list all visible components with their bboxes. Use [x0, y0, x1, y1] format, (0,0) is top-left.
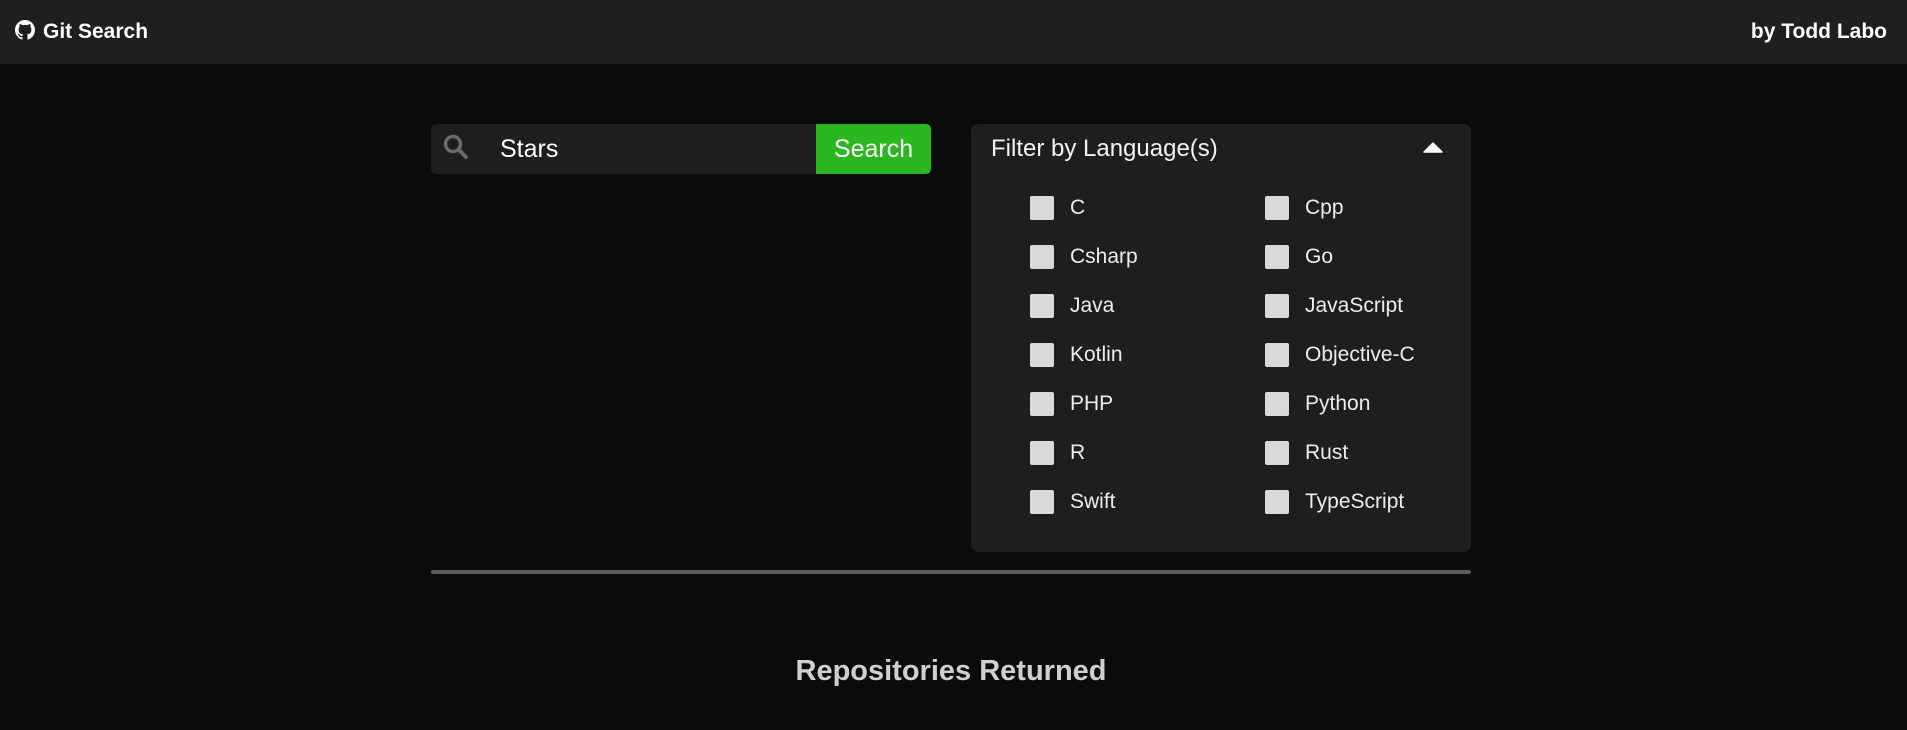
filter-title: Filter by Language(s): [991, 135, 1218, 162]
caret-up-icon: [1423, 140, 1443, 158]
language-label: Go: [1305, 245, 1334, 268]
language-checkbox-list: C Cpp Csharp Go Java JavaScript Kotlin O…: [1030, 196, 1450, 514]
language-option-php[interactable]: PHP: [1030, 392, 1265, 416]
checkbox[interactable]: [1030, 196, 1054, 220]
checkbox[interactable]: [1265, 343, 1289, 367]
language-option-go[interactable]: Go: [1265, 245, 1450, 269]
language-label: JavaScript: [1305, 294, 1404, 317]
github-icon: [15, 19, 35, 45]
language-label: Objective-C: [1305, 343, 1415, 366]
app-title: Git Search: [43, 20, 149, 43]
language-label: Cpp: [1305, 196, 1344, 219]
language-label: Java: [1070, 294, 1115, 317]
checkbox[interactable]: [1030, 294, 1054, 318]
language-label: PHP: [1070, 392, 1114, 415]
language-option-csharp[interactable]: Csharp: [1030, 245, 1265, 269]
language-option-java[interactable]: Java: [1030, 294, 1265, 318]
checkbox[interactable]: [1030, 392, 1054, 416]
language-label: Swift: [1070, 490, 1116, 513]
language-label: Kotlin: [1070, 343, 1123, 366]
language-label: C: [1070, 196, 1086, 219]
language-option-swift[interactable]: Swift: [1030, 490, 1265, 514]
checkbox[interactable]: [1265, 392, 1289, 416]
checkbox[interactable]: [1030, 441, 1054, 465]
language-option-python[interactable]: Python: [1265, 392, 1450, 416]
search-input[interactable]: [500, 134, 760, 164]
language-option-kotlin[interactable]: Kotlin: [1030, 343, 1265, 367]
language-label: R: [1070, 441, 1086, 464]
language-option-objective-c[interactable]: Objective-C: [1265, 343, 1450, 367]
checkbox[interactable]: [1030, 490, 1054, 514]
language-option-cpp[interactable]: Cpp: [1265, 196, 1450, 220]
checkbox[interactable]: [1030, 245, 1054, 269]
search-button[interactable]: Search: [816, 124, 931, 174]
language-label: Python: [1305, 392, 1371, 415]
language-option-c[interactable]: C: [1030, 196, 1265, 220]
search-field: [431, 124, 816, 174]
language-label: Rust: [1305, 441, 1349, 464]
author-link[interactable]: by Todd Labo: [1751, 20, 1887, 44]
checkbox[interactable]: [1265, 245, 1289, 269]
top-navbar: Git Search by Todd Labo: [0, 0, 1907, 64]
language-label: Csharp: [1070, 245, 1138, 268]
brand-link[interactable]: Git Search: [15, 19, 149, 45]
checkbox[interactable]: [1265, 490, 1289, 514]
language-option-rust[interactable]: Rust: [1265, 441, 1450, 465]
checkbox[interactable]: [1265, 294, 1289, 318]
language-filter-panel: Filter by Language(s) C Cpp Csharp Go Ja…: [971, 124, 1471, 552]
checkbox[interactable]: [1265, 441, 1289, 465]
filter-toggle[interactable]: Filter by Language(s): [971, 124, 1471, 174]
checkbox[interactable]: [1030, 343, 1054, 367]
section-divider: [431, 570, 1471, 574]
language-option-typescript[interactable]: TypeScript: [1265, 490, 1450, 514]
language-option-javascript[interactable]: JavaScript: [1265, 294, 1450, 318]
search-bar: Search: [431, 124, 931, 174]
language-label: TypeScript: [1305, 490, 1405, 513]
results-heading: Repositories Returned: [795, 655, 1107, 687]
checkbox[interactable]: [1265, 196, 1289, 220]
search-icon: [443, 134, 469, 165]
language-option-r[interactable]: R: [1030, 441, 1265, 465]
